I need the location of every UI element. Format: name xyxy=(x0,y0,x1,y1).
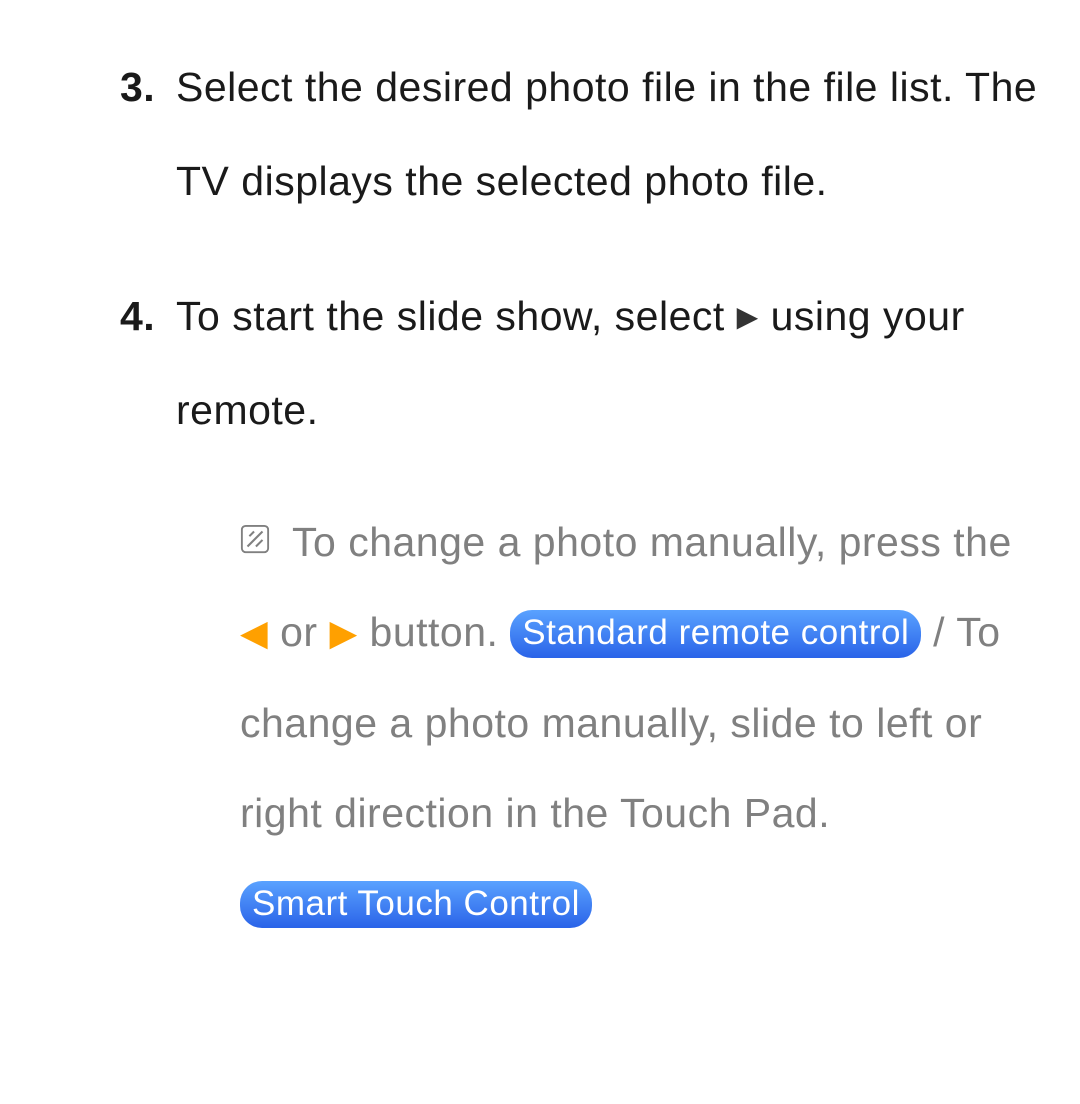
note-text-2: button. xyxy=(358,609,511,655)
manual-page: 3. Select the desired photo file in the … xyxy=(0,0,1080,988)
arrow-right-icon: ▶ xyxy=(329,593,357,672)
step-body: To start the slide show, select ▶ using … xyxy=(176,269,1040,458)
note-text-1: To change a photo manually, press the xyxy=(292,519,1012,565)
step-4: 4. To start the slide show, select ▶ usi… xyxy=(120,269,1040,458)
step-number: 3. xyxy=(120,40,176,229)
note-text-or: or xyxy=(268,609,329,655)
badge-standard-remote: Standard remote control xyxy=(510,610,921,658)
step-number: 4. xyxy=(120,269,176,458)
play-icon: ▶ xyxy=(737,285,759,349)
step-body: Select the desired photo file in the fil… xyxy=(176,40,1040,229)
step-text-a: To start the slide show, select xyxy=(176,293,737,339)
badge-smart-touch: Smart Touch Control xyxy=(240,881,592,929)
note-icon xyxy=(240,524,270,554)
arrow-left-icon: ◀ xyxy=(240,593,268,672)
step-3: 3. Select the desired photo file in the … xyxy=(120,40,1040,229)
note: To change a photo manually, press the ◀ … xyxy=(120,497,1040,948)
